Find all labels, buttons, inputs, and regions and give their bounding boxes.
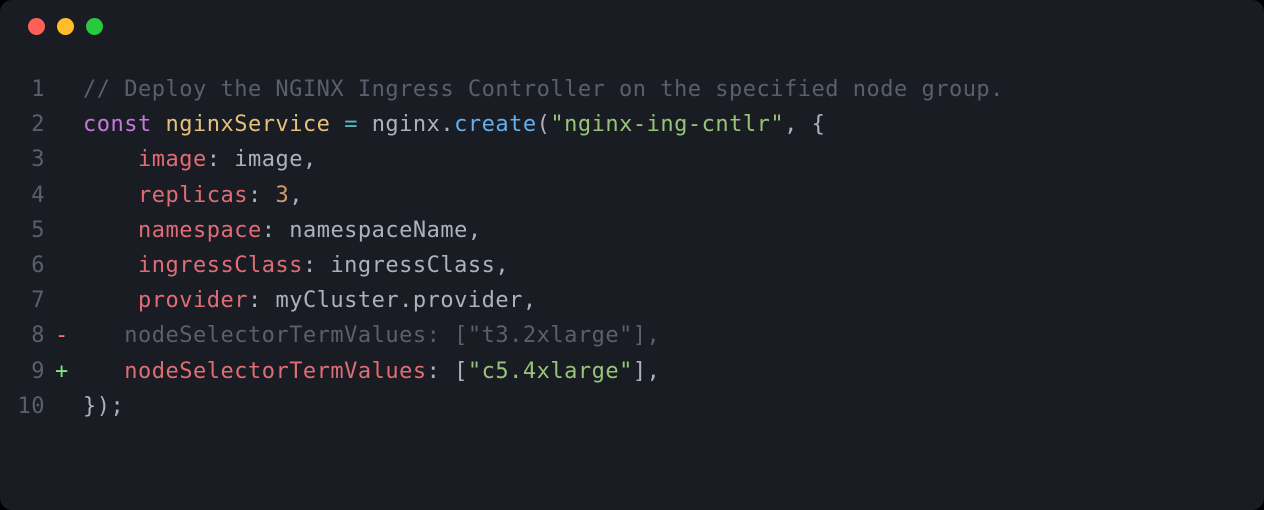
code-content: namespace: namespaceName, bbox=[83, 213, 482, 248]
code-content: ingressClass: ingressClass, bbox=[83, 248, 509, 283]
code-content: nodeSelectorTermValues: ["t3.2xlarge"], bbox=[83, 318, 660, 353]
minimize-icon[interactable] bbox=[57, 18, 74, 35]
line-number: 3 bbox=[10, 142, 55, 177]
token: const bbox=[83, 112, 152, 137]
token: nodeSelectorTermValues bbox=[124, 359, 426, 384]
code-content: // Deploy the NGINX Ingress Controller o… bbox=[83, 72, 1004, 107]
gutter bbox=[55, 107, 83, 142]
token: , { bbox=[784, 112, 825, 137]
code-content: const nginxService = nginx.create("nginx… bbox=[83, 107, 825, 142]
token: : bbox=[207, 147, 235, 172]
line-number: 5 bbox=[10, 213, 55, 248]
code-content: }); bbox=[83, 389, 124, 424]
gutter bbox=[55, 213, 83, 248]
token: : bbox=[303, 253, 331, 278]
token: namespaceName bbox=[289, 218, 468, 243]
token bbox=[83, 147, 138, 172]
token: ingressClass bbox=[138, 253, 303, 278]
token: replicas bbox=[138, 183, 248, 208]
line-number: 1 bbox=[10, 72, 55, 107]
line-number: 10 bbox=[10, 389, 55, 424]
code-content: replicas: 3, bbox=[83, 178, 303, 213]
code-line: 5 namespace: namespaceName, bbox=[10, 213, 1244, 248]
line-number: 2 bbox=[10, 107, 55, 142]
gutter bbox=[55, 283, 83, 318]
token: }); bbox=[83, 394, 124, 419]
gutter bbox=[55, 248, 83, 283]
titlebar bbox=[0, 0, 1264, 52]
token bbox=[83, 183, 138, 208]
token: : [ bbox=[427, 359, 468, 384]
token bbox=[83, 359, 124, 384]
token bbox=[83, 288, 138, 313]
token: ingressClass bbox=[330, 253, 495, 278]
token: image bbox=[234, 147, 303, 172]
token: "c5.4xlarge" bbox=[468, 359, 633, 384]
gutter bbox=[55, 389, 83, 424]
token: ], bbox=[633, 359, 661, 384]
token: : bbox=[248, 183, 276, 208]
token: : bbox=[262, 218, 290, 243]
line-number: 4 bbox=[10, 178, 55, 213]
code-line: 8- nodeSelectorTermValues: ["t3.2xlarge"… bbox=[10, 318, 1244, 353]
code-line: 10}); bbox=[10, 389, 1244, 424]
token: ( bbox=[537, 112, 551, 137]
token bbox=[330, 112, 344, 137]
token bbox=[83, 253, 138, 278]
token: provider bbox=[138, 288, 248, 313]
token: . bbox=[440, 112, 454, 137]
token: , bbox=[468, 218, 482, 243]
code-content: nodeSelectorTermValues: ["c5.4xlarge"], bbox=[83, 354, 660, 389]
code-window: 1 // Deploy the NGINX Ingress Controller … bbox=[0, 0, 1264, 510]
code-line: 7 provider: myCluster.provider, bbox=[10, 283, 1244, 318]
code-content: provider: myCluster.provider, bbox=[83, 283, 537, 318]
code-line: 2 const nginxService = nginx.create("ngin… bbox=[10, 107, 1244, 142]
gutter bbox=[55, 72, 83, 107]
token: : bbox=[248, 288, 276, 313]
code-content: image: image, bbox=[83, 142, 317, 177]
token: , bbox=[303, 147, 317, 172]
diff-added-icon: + bbox=[55, 354, 83, 389]
token: namespace bbox=[138, 218, 262, 243]
code-line: 6 ingressClass: ingressClass, bbox=[10, 248, 1244, 283]
line-number: 6 bbox=[10, 248, 55, 283]
token: 3 bbox=[275, 183, 289, 208]
token: // Deploy the NGINX Ingress Controller o… bbox=[83, 77, 1004, 102]
token: provider bbox=[413, 288, 523, 313]
diff-removed-icon: - bbox=[55, 318, 83, 353]
token: , bbox=[495, 253, 509, 278]
token: myCluster bbox=[275, 288, 399, 313]
token: , bbox=[523, 288, 537, 313]
maximize-icon[interactable] bbox=[86, 18, 103, 35]
code-line: 1 // Deploy the NGINX Ingress Controller … bbox=[10, 72, 1244, 107]
close-icon[interactable] bbox=[28, 18, 45, 35]
code-line: 4 replicas: 3, bbox=[10, 178, 1244, 213]
token: . bbox=[399, 288, 413, 313]
token: nginxService bbox=[165, 112, 330, 137]
token: nginx bbox=[372, 112, 441, 137]
line-number: 7 bbox=[10, 283, 55, 318]
line-number: 8 bbox=[10, 318, 55, 353]
gutter bbox=[55, 178, 83, 213]
token: image bbox=[138, 147, 207, 172]
token bbox=[83, 218, 138, 243]
code-editor[interactable]: 1 // Deploy the NGINX Ingress Controller … bbox=[0, 52, 1264, 444]
line-number: 9 bbox=[10, 354, 55, 389]
token bbox=[152, 112, 166, 137]
token: create bbox=[454, 112, 536, 137]
token: = bbox=[344, 112, 358, 137]
gutter bbox=[55, 142, 83, 177]
code-line: 9+ nodeSelectorTermValues: ["c5.4xlarge"… bbox=[10, 354, 1244, 389]
token bbox=[358, 112, 372, 137]
token: "nginx-ing-cntlr" bbox=[550, 112, 784, 137]
token: nodeSelectorTermValues: ["t3.2xlarge"], bbox=[83, 323, 660, 348]
code-line: 3 image: image, bbox=[10, 142, 1244, 177]
token: , bbox=[289, 183, 303, 208]
